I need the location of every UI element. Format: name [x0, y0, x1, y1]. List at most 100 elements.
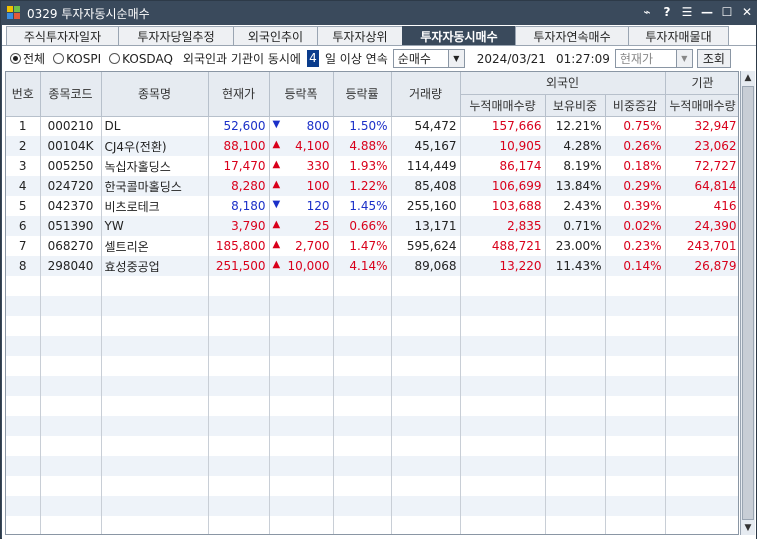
cell-name: 한국콜마홀딩스 [101, 176, 209, 196]
cell-f-cum: 488,721 [460, 236, 546, 256]
days-input[interactable]: 4 [306, 50, 319, 67]
table-row[interactable]: 5 042370 비츠로테크 8,180 ▼ 120 1.45% 255,160 103,688… [6, 196, 738, 216]
table-row[interactable] [6, 316, 738, 336]
cell-f-hold [545, 436, 606, 456]
table-row[interactable] [6, 336, 738, 356]
vertical-scrollbar[interactable]: ▲ ▼ [740, 71, 755, 535]
table-row[interactable] [6, 276, 738, 296]
cell-no: 1 [6, 116, 41, 136]
scroll-thumb[interactable] [742, 86, 754, 520]
header-foreign-cum[interactable]: 누적매매수량 [460, 94, 546, 117]
scroll-down-icon[interactable]: ▼ [741, 521, 755, 535]
header-volume[interactable]: 거래량 [391, 72, 461, 117]
cell-i-cum [665, 276, 738, 296]
help-icon[interactable]: ? [660, 4, 674, 20]
down-arrow-icon: ▼ [272, 119, 281, 131]
change-value: 100 [306, 179, 330, 193]
cell-f-cum [460, 276, 546, 296]
tab-consecutive-buy[interactable]: 투자자연속매수 [515, 26, 629, 45]
table-row[interactable] [6, 476, 738, 496]
header-change[interactable]: 등락폭 [269, 72, 334, 117]
menu-icon[interactable]: ☰ [680, 4, 694, 20]
header-foreign-hold[interactable]: 보유비중 [545, 94, 606, 117]
cell-f-cum: 103,688 [460, 196, 546, 216]
tab-simultaneous-buy[interactable]: 투자자동시매수 [402, 26, 516, 45]
table-row[interactable] [6, 496, 738, 516]
radio-kosdaq[interactable]: KOSDAQ [109, 52, 173, 66]
table-row[interactable] [6, 516, 738, 534]
link-icon[interactable]: ⌁ [640, 4, 654, 20]
table-row[interactable]: 4 024720 한국콜마홀딩스 8,280 ▲ 100 1.22% 85,408 106,69… [6, 176, 738, 196]
cell-f-cum [460, 496, 546, 516]
price-type-select[interactable]: 현재가 ▼ [614, 49, 693, 68]
table-row[interactable]: 6 051390 YW 3,790 ▲ 25 0.66% 13,171 2,835 0.71% 0.… [6, 216, 738, 236]
table-row[interactable]: 3 005250 녹십자홀딩스 17,470 ▲ 330 1.93% 114,449 86,17… [6, 156, 738, 176]
table-row[interactable] [6, 396, 738, 416]
cell-f-delta: 0.14% [605, 256, 666, 276]
cell-name [101, 476, 209, 496]
cell-code: 298040 [40, 256, 102, 276]
radio-all[interactable]: 전체 [10, 50, 45, 67]
cell-rate [333, 376, 392, 396]
header-foreign-delta[interactable]: 비중증감 [605, 94, 666, 117]
cell-code [40, 376, 102, 396]
cell-no [6, 496, 41, 516]
radio-icon [109, 53, 121, 64]
header-price[interactable]: 현재가 [208, 72, 270, 117]
tab-foreign-trend[interactable]: 외국인추이 [233, 26, 318, 45]
cell-name [101, 416, 209, 436]
table-row[interactable] [6, 296, 738, 316]
cell-change [269, 396, 334, 416]
down-arrow-icon: ▼ [272, 199, 281, 210]
radio-kospi[interactable]: KOSPI [53, 52, 101, 66]
search-button[interactable]: 조회 [696, 49, 731, 68]
cell-price [208, 476, 270, 496]
table-row[interactable] [6, 376, 738, 396]
cell-f-hold [545, 456, 606, 476]
cell-volume: 595,624 [391, 236, 461, 256]
cell-code [40, 356, 102, 376]
minimize-icon[interactable]: — [700, 4, 714, 20]
header-name[interactable]: 종목명 [101, 72, 209, 117]
cell-f-cum: 106,699 [460, 176, 546, 196]
mode-select[interactable]: 순매수 ▼ [392, 49, 465, 68]
table-row[interactable] [6, 456, 738, 476]
header-institution-cum[interactable]: 누적매매수량 [665, 94, 738, 117]
cell-name [101, 316, 209, 336]
table-row[interactable]: 2 00104K CJ4우(전환) 88,100 ▲ 4,100 4.88% 45,167 10… [6, 136, 738, 156]
cell-f-hold [545, 356, 606, 376]
table-row[interactable] [6, 356, 738, 376]
up-arrow-icon: ▲ [272, 159, 281, 170]
cell-f-hold [545, 316, 606, 336]
cell-i-cum: 24,390 [665, 216, 738, 236]
cell-f-delta [605, 376, 666, 396]
cell-f-cum [460, 336, 546, 356]
header-no[interactable]: 번호 [6, 72, 41, 117]
content: 주식투자자일자 투자자당일추정 외국인추이 투자자상위 투자자동시매수 투자자연… [2, 25, 756, 539]
maximize-icon[interactable]: ☐ [720, 4, 734, 20]
header-rate[interactable]: 등락률 [333, 72, 392, 117]
cell-i-cum [665, 496, 738, 516]
cell-f-cum [460, 316, 546, 336]
tab-supply-volume[interactable]: 투자자매물대 [628, 26, 729, 45]
table-row[interactable]: 1 000210 DL 52,600 ▼ 800 1.50% 54,472 157,666 12.… [6, 116, 738, 136]
table-row[interactable] [6, 436, 738, 456]
close-icon[interactable]: ✕ [740, 4, 754, 20]
cell-rate: 1.47% [333, 236, 392, 256]
header-code[interactable]: 종목코드 [40, 72, 102, 117]
cell-f-cum [460, 376, 546, 396]
table-row[interactable]: 8 298040 효성중공업 251,500 ▲ 10,000 4.14% 89,068 13,… [6, 256, 738, 276]
table-row[interactable]: 7 068270 셀트리온 185,800 ▲ 2,700 1.47% 595,624 488,… [6, 236, 738, 256]
scroll-up-icon[interactable]: ▲ [741, 71, 755, 85]
cell-rate [333, 476, 392, 496]
tab-investor-top[interactable]: 투자자상위 [317, 26, 403, 45]
table-row[interactable] [6, 416, 738, 436]
cell-rate: 4.88% [333, 136, 392, 156]
cell-i-cum [665, 336, 738, 356]
cell-change: ▲ 100 [269, 176, 334, 196]
tab-investor-daily[interactable]: 주식투자자일자 [6, 26, 119, 45]
cell-no [6, 436, 41, 456]
cell-volume: 45,167 [391, 136, 461, 156]
tab-investor-estimate[interactable]: 투자자당일추정 [118, 26, 234, 45]
cell-f-hold: 13.84% [545, 176, 606, 196]
